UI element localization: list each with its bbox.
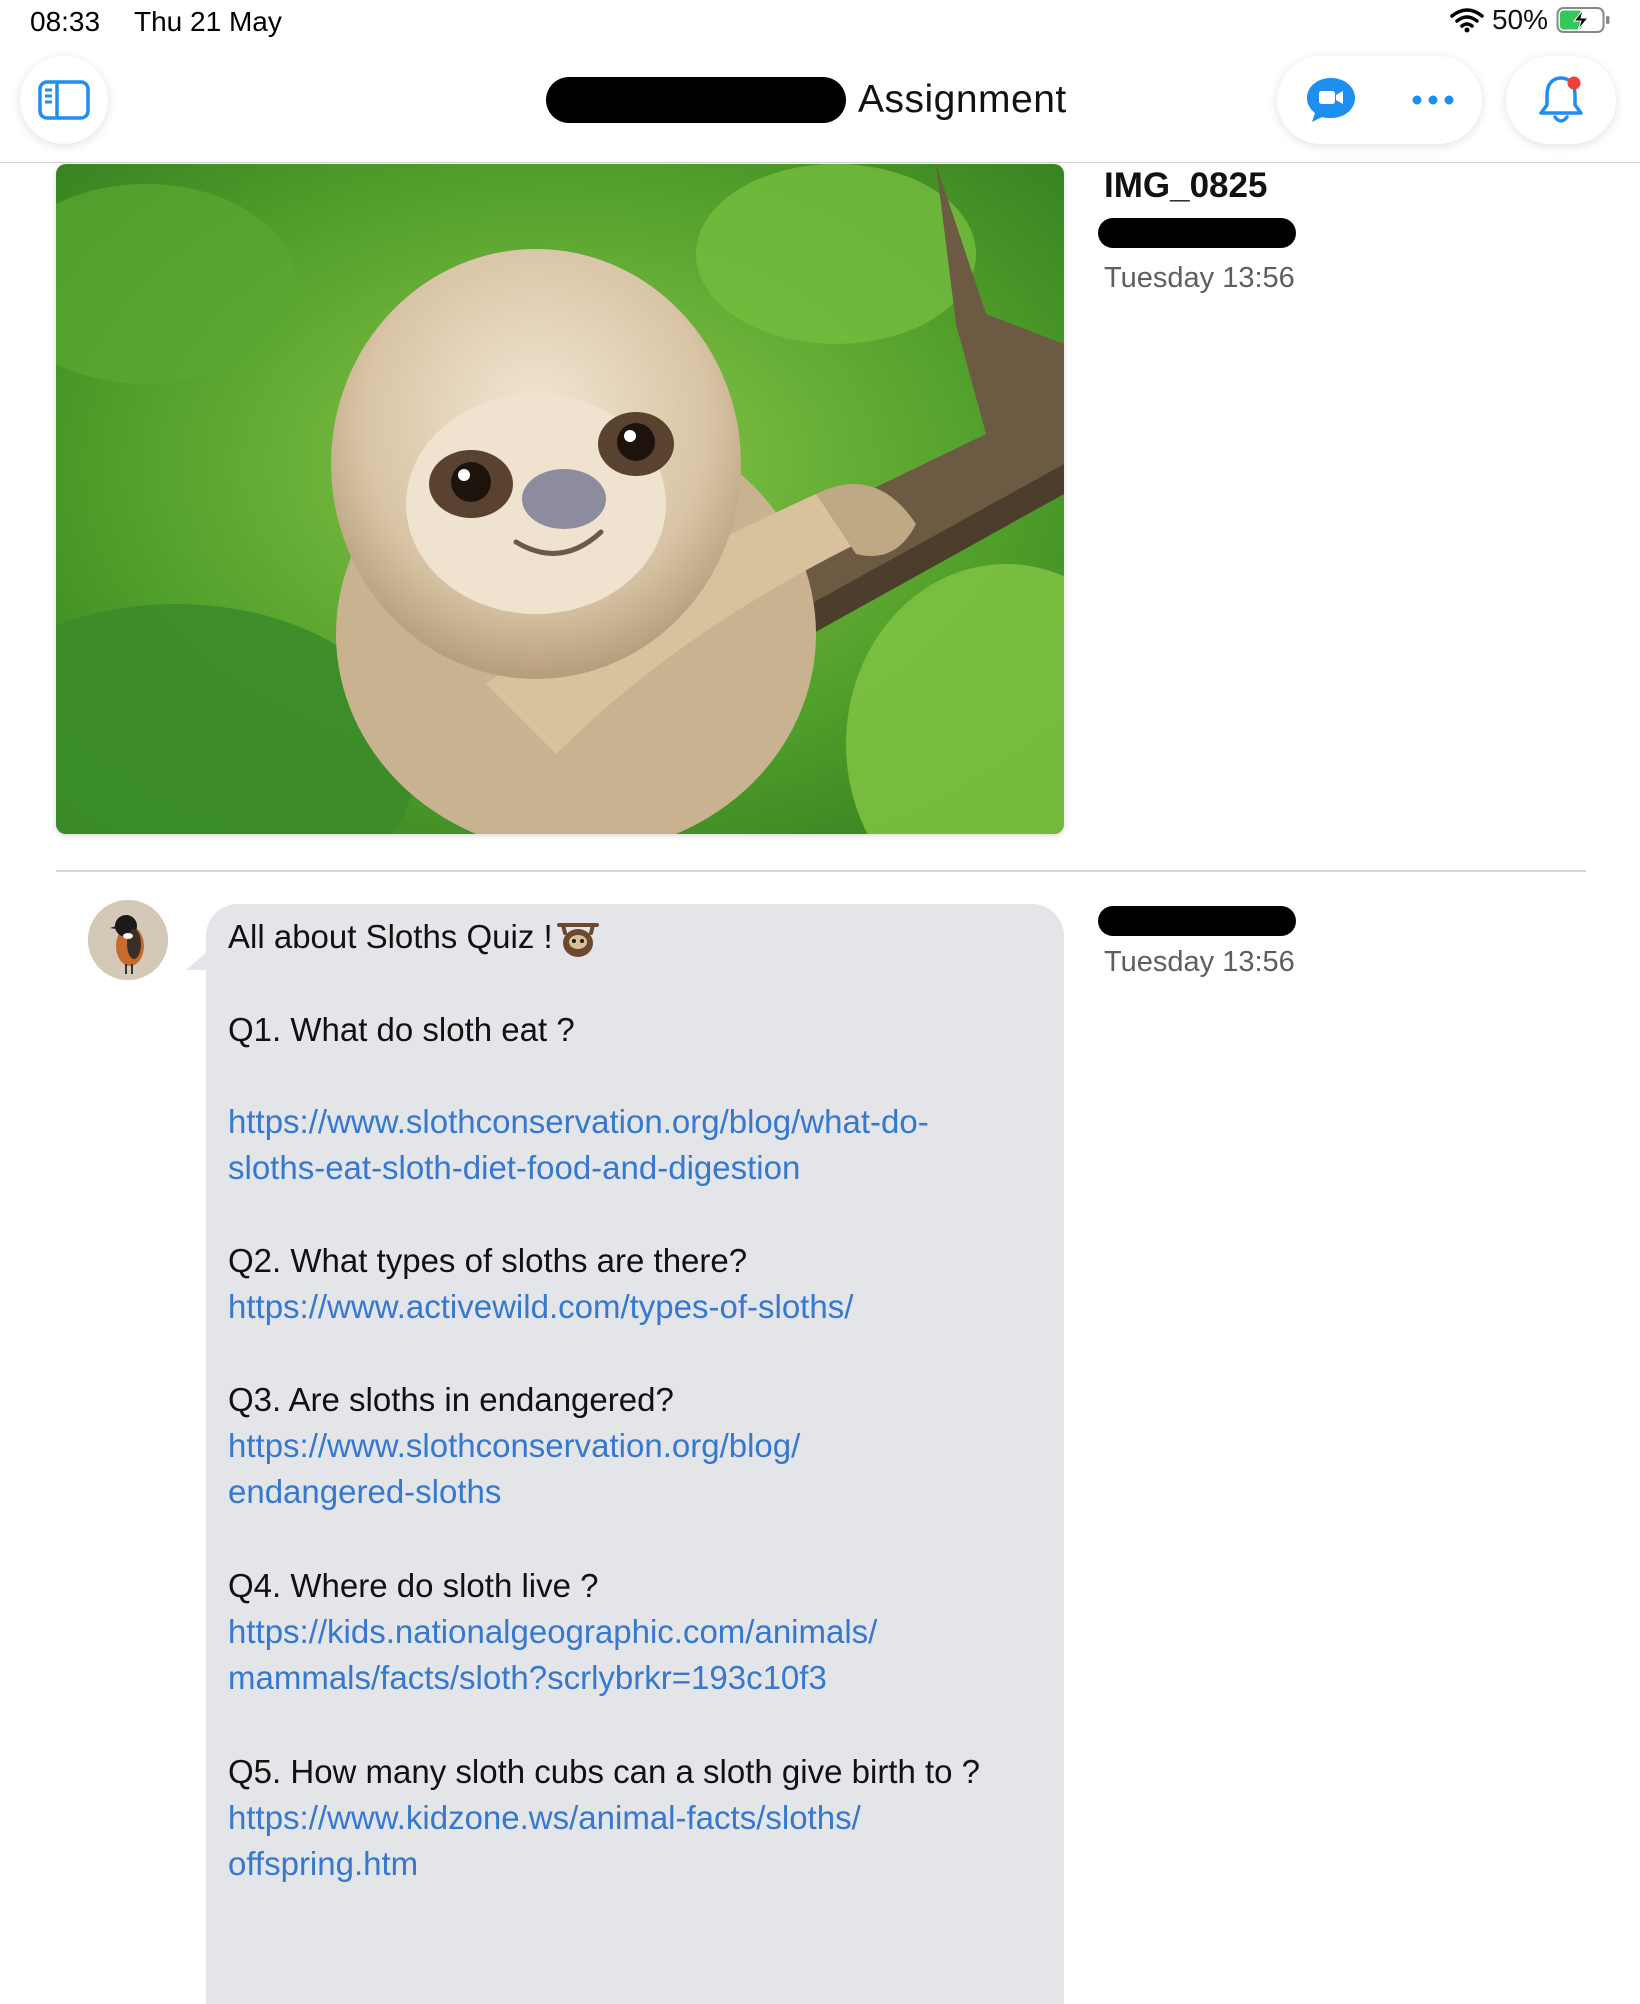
question-5: Q5. How many sloth cubs can a sloth give… (228, 1753, 981, 1790)
attachment-timestamp: Tuesday 13:56 (1104, 262, 1295, 294)
more-icon (1412, 95, 1454, 105)
battery-charging-icon (1556, 7, 1610, 33)
sloth-photo[interactable] (56, 164, 1064, 834)
sloth-photo-image (56, 164, 1064, 834)
status-date: Thu 21 May (134, 6, 282, 37)
bird-avatar-image (88, 900, 168, 980)
question-5-link-line-1[interactable]: https://www.kidzone.ws/animal-facts/slot… (228, 1795, 861, 1841)
redacted-class-name (546, 77, 846, 123)
navigation-bar: Assignment (0, 44, 1640, 163)
question-2-link-line-1[interactable]: https://www.activewild.com/types-of-slot… (228, 1284, 853, 1330)
battery-percent: 50% (1491, 4, 1548, 35)
wifi-icon (1450, 8, 1484, 33)
sloth-emoji-icon (556, 923, 599, 958)
question-1: Q1. What do sloth eat ? (228, 1011, 575, 1048)
status-indicators: 50% (1450, 4, 1612, 36)
question-2: Q2. What types of sloths are there? (228, 1242, 748, 1279)
sidebar-toggle-icon (38, 80, 90, 120)
question-3: Q3. Are sloths in endangered? (228, 1381, 674, 1418)
post-divider (56, 870, 1586, 872)
video-chat-icon (1306, 78, 1355, 122)
question-4-link-line-1[interactable]: https://kids.nationalgeographic.com/anim… (228, 1609, 877, 1655)
redacted-sender-name (1098, 218, 1296, 248)
question-4: Q4. Where do sloth live ? (228, 1567, 599, 1604)
status-bar: 08:33 Thu 21 May 50% (0, 0, 1640, 44)
message-title-text: All about Sloths Quiz ! (228, 918, 553, 955)
notifications-button[interactable] (1506, 56, 1616, 144)
title-area: Assignment (546, 72, 1067, 128)
more-button[interactable] (1411, 94, 1455, 106)
sidebar-toggle-button[interactable] (20, 56, 108, 144)
avatar[interactable] (88, 900, 168, 980)
question-4-link-line-2[interactable]: mammals/facts/sloth?scrlybrkr=193c10f3 (228, 1655, 827, 1701)
message-title: All about Sloths Quiz ! (228, 914, 599, 960)
question-1-link-line-2[interactable]: sloths-eat-sloth-diet-food-and-digestion (228, 1145, 800, 1191)
redacted-sender-name (1098, 906, 1296, 936)
video-chat-button[interactable] (1304, 75, 1358, 125)
status-time: 08:33 (30, 6, 101, 37)
bell-icon (1539, 76, 1583, 123)
question-3-link-line-2[interactable]: endangered-sloths (228, 1469, 501, 1515)
action-pill (1277, 56, 1482, 144)
question-5-link-line-2[interactable]: offspring.htm (228, 1841, 418, 1887)
question-1-link-line-1[interactable]: https://www.slothconservation.org/blog/w… (228, 1099, 929, 1145)
message-timestamp: Tuesday 13:56 (1104, 946, 1295, 978)
attachment-file-name: IMG_0825 (1104, 166, 1268, 205)
page-title: Assignment (858, 78, 1067, 121)
question-3-link-line-1[interactable]: https://www.slothconservation.org/blog/ (228, 1423, 800, 1469)
